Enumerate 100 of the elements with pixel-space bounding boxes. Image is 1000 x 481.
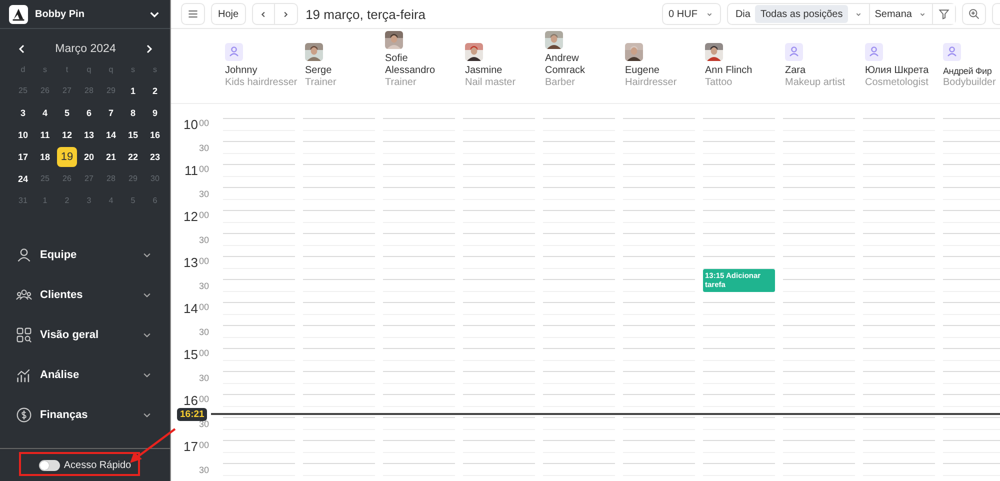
hour-label: 11 bbox=[184, 164, 198, 178]
nav-item[interactable]: Análise bbox=[40, 369, 134, 381]
calendar-day[interactable]: 5 bbox=[56, 103, 78, 123]
staff-name: Andrew Comrack bbox=[545, 53, 586, 77]
toggle-switch[interactable] bbox=[38, 460, 60, 470]
calendar-day[interactable]: 21 bbox=[100, 147, 122, 167]
zoom-button[interactable] bbox=[962, 3, 986, 25]
nav-item[interactable]: Equipe bbox=[40, 249, 134, 261]
grid-search-icon bbox=[16, 327, 32, 343]
calendar-day[interactable]: 22 bbox=[122, 147, 144, 167]
minute-label: 30 bbox=[198, 189, 209, 199]
calendar-day[interactable]: 2 bbox=[144, 81, 166, 101]
staff-role: Trainer bbox=[385, 77, 418, 89]
logo-icon bbox=[9, 4, 28, 24]
calendar-day[interactable]: 19 bbox=[57, 147, 77, 167]
staff-name: Андрей Фир bbox=[943, 65, 993, 77]
menu-button[interactable] bbox=[181, 3, 205, 25]
business-name: Bobby Pin bbox=[35, 8, 86, 20]
staff-name: Eugene bbox=[625, 65, 660, 77]
calendar-day[interactable]: 14 bbox=[100, 125, 122, 145]
staff-name: Johnny bbox=[225, 65, 258, 77]
calendar-day[interactable]: 20 bbox=[78, 147, 100, 167]
avatar-icon bbox=[225, 43, 243, 61]
calendar-day[interactable]: 1 bbox=[122, 81, 144, 101]
date-title: 19 março, terça-feira bbox=[306, 6, 426, 22]
zoom-in-icon bbox=[968, 8, 980, 20]
weekday-label: q bbox=[86, 64, 92, 76]
minute-label: 30 bbox=[198, 373, 209, 383]
staff-role: Nail master bbox=[465, 77, 517, 89]
calendar-day[interactable]: 18 bbox=[34, 147, 56, 167]
avatar-icon bbox=[865, 43, 883, 61]
calendar-day[interactable]: 11 bbox=[34, 125, 56, 145]
calendar-day[interactable]: 16 bbox=[144, 125, 166, 145]
minute-label: 30 bbox=[198, 327, 209, 337]
staff-role: Barber bbox=[545, 77, 576, 89]
calendar-day[interactable]: 24 bbox=[12, 169, 34, 189]
calendar-day[interactable]: 13 bbox=[78, 125, 100, 145]
staff-role: Cosmetologist bbox=[865, 77, 930, 89]
staff-name: Ann Flinch bbox=[705, 65, 754, 77]
hour-label: 10 bbox=[184, 118, 198, 132]
nav-item[interactable]: Visão geral bbox=[40, 329, 134, 341]
previous-month-icon[interactable] bbox=[17, 44, 27, 54]
calendar-day[interactable]: 7 bbox=[100, 103, 122, 123]
staff-name: Zara bbox=[785, 65, 807, 77]
staff-name: Jasmine bbox=[465, 65, 504, 77]
staff-role: Bodybuilder bbox=[943, 77, 997, 89]
minute-label: 00 bbox=[198, 440, 209, 450]
calendar-day[interactable]: 15 bbox=[122, 125, 144, 145]
hour-label: 13 bbox=[184, 256, 198, 270]
minute-label: 30 bbox=[198, 235, 209, 245]
staff-name: Serge bbox=[305, 65, 333, 77]
calendar-day[interactable]: 6 bbox=[78, 103, 100, 123]
hour-label: 14 bbox=[184, 302, 198, 316]
minute-label: 00 bbox=[198, 164, 209, 174]
hour-label: 12 bbox=[184, 210, 198, 224]
today-button[interactable]: Hoje bbox=[211, 3, 246, 25]
calendar-day[interactable]: 10 bbox=[12, 125, 34, 145]
hour-label: 15 bbox=[184, 348, 198, 362]
calendar-day[interactable]: 17 bbox=[12, 147, 34, 167]
calendar-day[interactable]: 3 bbox=[12, 103, 34, 123]
weekday-label: d bbox=[20, 64, 26, 76]
quick-access-label: Acesso Rápido bbox=[64, 460, 132, 470]
weekday-label: q bbox=[108, 64, 114, 76]
menu-icon bbox=[187, 8, 199, 20]
view-tab[interactable]: Todas as posições bbox=[755, 5, 848, 23]
staff-role: Trainer bbox=[305, 77, 338, 89]
calendar-day[interactable]: 12 bbox=[56, 125, 78, 145]
staff-role: Tattoo bbox=[705, 77, 734, 89]
dollar-icon bbox=[16, 407, 32, 423]
currency-dropdown[interactable]: 0 HUF bbox=[662, 3, 722, 25]
calendar-day[interactable]: 9 bbox=[144, 103, 166, 123]
minute-label: 00 bbox=[198, 394, 209, 404]
nav-item[interactable]: Clientes bbox=[40, 289, 134, 301]
month-title: Março 2024 bbox=[55, 43, 116, 55]
annotation-arrow bbox=[130, 428, 176, 464]
minute-label: 00 bbox=[198, 118, 209, 128]
minute-label: 30 bbox=[198, 281, 209, 291]
calendar-day[interactable]: 8 bbox=[122, 103, 144, 123]
minute-label: 30 bbox=[198, 465, 209, 475]
staff-name: Sofie Alessandro bbox=[385, 53, 436, 77]
hour-label: 16 bbox=[184, 394, 198, 408]
hour-label: 17 bbox=[184, 440, 198, 454]
calendar-day[interactable]: 4 bbox=[34, 103, 56, 123]
nav-item[interactable]: Finanças bbox=[40, 409, 134, 421]
filter-button[interactable] bbox=[932, 4, 955, 24]
avatar-icon bbox=[785, 43, 803, 61]
minute-label: 30 bbox=[198, 143, 209, 153]
minute-label: 00 bbox=[198, 256, 209, 266]
person-icon bbox=[16, 247, 32, 263]
filter-icon bbox=[938, 8, 950, 20]
staff-role: Hairdresser bbox=[625, 77, 678, 89]
chart-icon bbox=[16, 367, 32, 383]
weekday-label: s bbox=[152, 64, 158, 76]
weekday-label: s bbox=[130, 64, 136, 76]
staff-name: Юлия Шкрета bbox=[865, 65, 930, 77]
minute-label: 00 bbox=[198, 302, 209, 312]
weekday-label: s bbox=[42, 64, 48, 76]
minute-label: 00 bbox=[198, 348, 209, 358]
avatar-icon bbox=[943, 43, 961, 61]
calendar-day[interactable]: 23 bbox=[144, 147, 166, 167]
